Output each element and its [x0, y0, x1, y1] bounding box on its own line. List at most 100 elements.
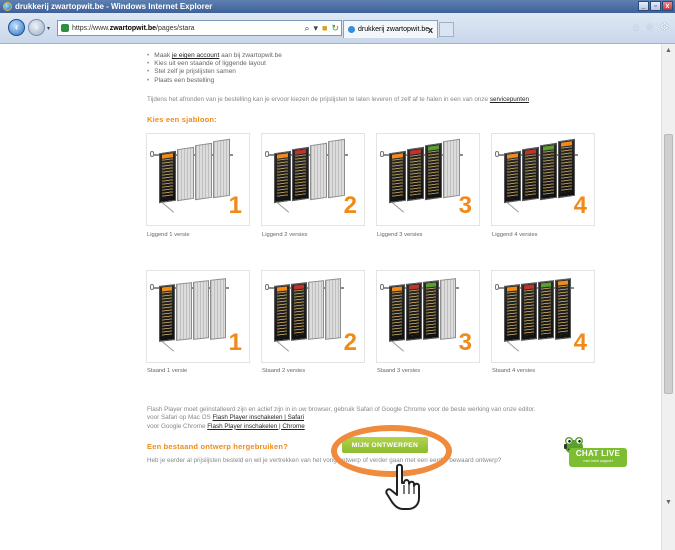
forward-icon[interactable]: ›	[28, 19, 45, 36]
delivery-paragraph: Tijdens het afronden van je bestelling k…	[147, 96, 530, 103]
board-stand	[506, 340, 520, 352]
tab-zwartopwit[interactable]: drukkerij zwartopwit.be x	[343, 20, 438, 38]
tab-favicon-icon	[348, 26, 355, 33]
board-panel	[407, 146, 424, 202]
board-panel	[195, 142, 212, 200]
chat-bubble: CHAT LIVE met onze support	[569, 448, 627, 467]
board-panel	[159, 150, 176, 204]
scroll-down-icon[interactable]: ▼	[665, 499, 672, 506]
board-panel	[193, 280, 209, 341]
favorites-icon[interactable]: ☆	[645, 22, 654, 33]
template-number: 3	[458, 192, 472, 219]
template-staand-1[interactable]: 1	[146, 270, 250, 363]
template-staand-3[interactable]: 3	[376, 270, 480, 363]
search-icon[interactable]: ⌕	[304, 23, 309, 34]
my-designs-button[interactable]: MIJN ONTWERPEN	[342, 437, 428, 453]
scroll-up-icon[interactable]: ▲	[665, 47, 672, 54]
board-stand	[391, 201, 405, 213]
panel-header	[507, 153, 518, 159]
dropdown-icon[interactable]: ▾	[313, 23, 318, 34]
template-caption: Liggend 3 versies	[377, 232, 423, 238]
flash-info: Flash Player moet geïnstalleerd zijn en …	[147, 406, 536, 431]
close-button[interactable]: x	[662, 1, 673, 11]
chat-live-widget[interactable]: CHAT LIVE met onze support	[563, 435, 629, 471]
minimize-button[interactable]: _	[638, 1, 649, 11]
board-stand	[161, 340, 175, 352]
flash-chrome-link[interactable]: Flash Player inschakelen | Chrome	[207, 423, 305, 430]
template-caption: Liggend 4 versies	[492, 232, 538, 238]
home-icon[interactable]: ⌂	[633, 22, 639, 33]
board-panel	[540, 142, 557, 200]
tab-close-icon[interactable]: x	[428, 25, 433, 35]
panel-header	[277, 153, 288, 159]
hand-pointer-icon	[385, 463, 420, 510]
template-caption: Staand 2 versies	[262, 368, 306, 374]
template-staand-4[interactable]: 4	[491, 270, 595, 363]
list-item: Stel zelf je prijslijsten samen	[147, 68, 282, 76]
flash-safari-link[interactable]: Flash Player inschakelen | Safari	[212, 414, 304, 421]
template-number: 1	[228, 192, 242, 219]
board-stand	[276, 340, 290, 352]
back-icon[interactable]: ‹	[8, 19, 25, 36]
list-item: Plaats een bestelling	[147, 77, 282, 85]
board-panel	[177, 146, 194, 202]
board-panel	[210, 278, 226, 340]
reuse-heading: Een bestaand ontwerp hergebruiken?	[147, 442, 288, 451]
board-panel	[274, 284, 290, 342]
page-viewport: Maak je eigen account aan bij zwartopwit…	[0, 44, 661, 550]
board-panel	[291, 282, 307, 342]
board-hook	[380, 151, 384, 157]
board-panel	[292, 146, 309, 202]
maximize-button[interactable]: ▫	[650, 1, 661, 11]
board-panel	[504, 150, 521, 204]
board-panel	[274, 150, 291, 204]
account-link[interactable]: je eigen account	[172, 52, 219, 59]
template-number: 4	[573, 329, 587, 356]
template-caption: Liggend 2 versies	[262, 232, 308, 238]
board-stand	[506, 201, 520, 213]
panel-header	[541, 282, 551, 288]
template-liggend-4[interactable]: 4	[491, 133, 595, 226]
template-staand-2[interactable]: 2	[261, 270, 365, 363]
template-caption: Staand 3 versies	[377, 368, 421, 374]
scroll-thumb[interactable]	[664, 134, 673, 394]
panel-header	[525, 149, 536, 155]
board-hook	[495, 151, 499, 157]
history-dropdown-icon[interactable]: ▾	[47, 25, 50, 32]
address-tools: ⌕ ▾ ■ ↻	[304, 23, 339, 34]
board-stand	[276, 201, 290, 213]
board-hook	[150, 151, 154, 157]
refresh-icon[interactable]: ↻	[331, 23, 339, 34]
template-liggend-3[interactable]: 3	[376, 133, 480, 226]
template-number: 3	[458, 329, 472, 356]
board-panel	[213, 138, 230, 199]
chat-title: CHAT LIVE	[575, 449, 621, 458]
template-number: 2	[343, 192, 357, 219]
gear-icon[interactable]: ⚙	[660, 22, 669, 33]
board-stand	[391, 340, 405, 352]
board-panel	[440, 278, 456, 340]
new-tab-button[interactable]	[439, 22, 454, 37]
template-liggend-1[interactable]: 1	[146, 133, 250, 226]
templates-heading: Kies een sjabloon:	[147, 115, 217, 124]
board-panel	[325, 278, 341, 340]
window-controls: _ ▫ x	[638, 1, 673, 11]
servicepunten-link[interactable]: servicepunten	[490, 96, 529, 103]
board-panel	[328, 138, 345, 199]
window-title: drukkerij zwartopwit.be - Windows Intern…	[15, 2, 213, 11]
panel-header	[392, 286, 402, 292]
vertical-scrollbar[interactable]: ▲ ▼	[661, 44, 675, 550]
template-liggend-2[interactable]: 2	[261, 133, 365, 226]
board-hook	[150, 284, 154, 290]
board-panel	[389, 284, 405, 342]
panel-header	[426, 282, 436, 288]
panel-header	[162, 286, 172, 292]
board-panel	[555, 278, 571, 340]
board-hook	[380, 284, 384, 290]
template-number: 4	[573, 192, 587, 219]
list-item: Kies uit een staande of liggende layout	[147, 60, 282, 68]
panel-header	[428, 145, 439, 151]
panel-header	[558, 280, 568, 286]
address-bar[interactable]: https://www.zwartopwit.be/pages/stara ⌕ …	[57, 20, 342, 36]
lock-icon[interactable]: ■	[322, 23, 327, 34]
